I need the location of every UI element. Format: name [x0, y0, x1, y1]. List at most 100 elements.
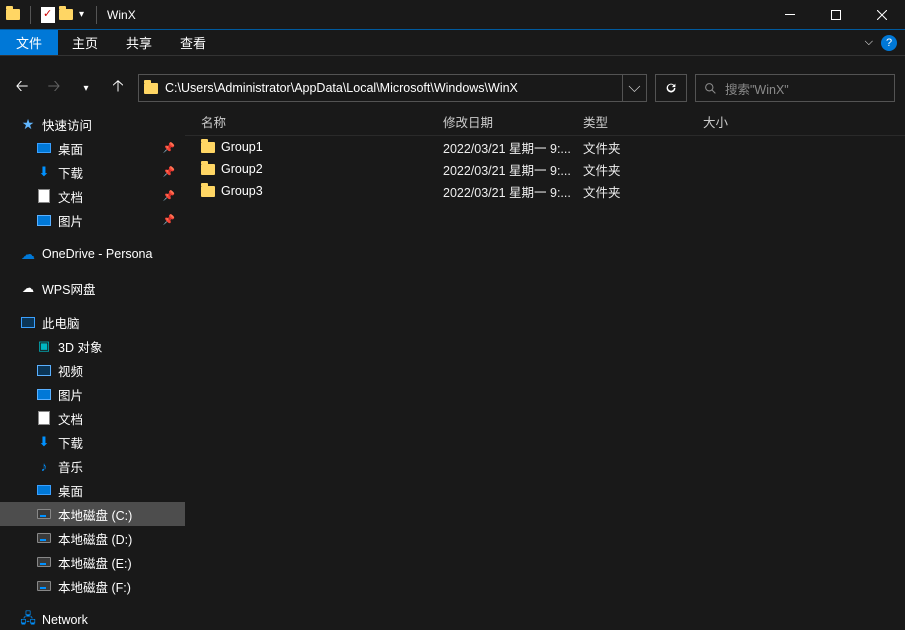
folder-icon	[139, 83, 163, 94]
sidebar-quick-access[interactable]: ★ 快速访问	[0, 112, 185, 136]
cloud-icon: ☁	[20, 280, 36, 296]
sidebar-item[interactable]: 本地磁盘 (C:)	[0, 502, 185, 526]
search-box[interactable]: 搜索"WinX"	[695, 74, 895, 102]
sidebar-this-pc[interactable]: 此电脑	[0, 310, 185, 334]
qat-dropdown-icon[interactable]: ▾	[79, 9, 84, 20]
title-bar: ▾ WinX	[0, 0, 905, 30]
sidebar-item[interactable]: 文档	[0, 406, 185, 430]
sidebar-item[interactable]: 本地磁盘 (F:)	[0, 574, 185, 598]
ribbon-tab-share[interactable]: 共享	[112, 30, 166, 55]
desktop-icon	[36, 140, 52, 156]
close-button[interactable]	[859, 0, 905, 30]
file-row[interactable]: Group12022/03/21 星期一 9:...文件夹	[185, 136, 905, 158]
ribbon-file-tab[interactable]: 文件	[0, 30, 58, 55]
file-type: 文件夹	[583, 138, 703, 157]
help-button[interactable]: ?	[881, 35, 897, 51]
file-date: 2022/03/21 星期一 9:...	[443, 160, 583, 179]
ribbon-tabs: 文件 主页 共享 查看 ⌵ ?	[0, 30, 905, 56]
recent-dropdown[interactable]: ▾	[74, 76, 98, 100]
forward-button[interactable]: 🡢	[42, 76, 66, 100]
sidebar-item[interactable]: 桌面	[0, 478, 185, 502]
column-header-type[interactable]: 类型	[583, 112, 703, 131]
up-button[interactable]: 🡡	[106, 76, 130, 100]
quick-access-toolbar: ▾	[0, 6, 103, 24]
folder-icon	[201, 164, 215, 175]
file-type: 文件夹	[583, 160, 703, 179]
sidebar-item[interactable]: 图片📌	[0, 208, 185, 232]
sidebar-item-label: 图片	[58, 211, 83, 230]
disk-icon	[36, 506, 52, 522]
properties-icon[interactable]	[41, 7, 55, 23]
sidebar-item-label: 本地磁盘 (E:)	[58, 553, 132, 572]
file-row[interactable]: Group32022/03/21 星期一 9:...文件夹	[185, 180, 905, 202]
cloud-icon: ☁	[20, 246, 36, 262]
sidebar-item[interactable]: ⬇下载📌	[0, 160, 185, 184]
ribbon-expand-icon[interactable]: ⌵	[865, 36, 873, 49]
address-input[interactable]	[163, 81, 622, 95]
sidebar-item-label: 桌面	[58, 481, 83, 500]
search-placeholder: 搜索"WinX"	[725, 79, 789, 98]
column-header-name[interactable]: 名称	[185, 112, 443, 131]
download-icon: ⬇	[36, 434, 52, 450]
sidebar-item[interactable]: 本地磁盘 (D:)	[0, 526, 185, 550]
sidebar-item-label: 文档	[58, 409, 83, 428]
picture-icon	[36, 212, 52, 228]
pin-icon: 📌	[163, 143, 175, 154]
separator	[96, 6, 97, 24]
sidebar-item-label: 本地磁盘 (D:)	[58, 529, 132, 548]
maximize-button[interactable]	[813, 0, 859, 30]
sidebar-item[interactable]: ⬇ 下载	[0, 430, 185, 454]
sidebar-item[interactable]: ♪音乐	[0, 454, 185, 478]
sidebar-onedrive[interactable]: ☁ OneDrive - Persona	[0, 242, 185, 266]
navigation-bar: 🡠 🡢 ▾ 🡡 ⌵ 搜索"WinX"	[0, 68, 905, 108]
file-list: 名称 修改日期 类型 大小 Group12022/03/21 星期一 9:...…	[185, 108, 905, 630]
document-icon	[36, 410, 52, 426]
sidebar-label: WPS网盘	[42, 279, 95, 298]
pin-icon: 📌	[163, 167, 175, 178]
new-folder-icon[interactable]	[59, 9, 73, 20]
window-title: WinX	[107, 8, 136, 22]
desktop-icon	[36, 482, 52, 498]
sidebar-item-label: 3D 对象	[58, 337, 102, 356]
disk-icon	[36, 554, 52, 570]
sidebar-item[interactable]: 文档📌	[0, 184, 185, 208]
file-type: 文件夹	[583, 182, 703, 201]
minimize-button[interactable]	[767, 0, 813, 30]
music-icon: ♪	[36, 458, 52, 474]
separator	[30, 6, 31, 24]
disk-icon	[36, 530, 52, 546]
file-name: Group2	[221, 162, 263, 176]
refresh-button[interactable]	[655, 74, 687, 102]
back-button[interactable]: 🡠	[10, 76, 34, 100]
window-controls	[767, 0, 905, 30]
sidebar-label: 快速访问	[42, 115, 92, 134]
address-dropdown-icon[interactable]: ⌵	[622, 75, 646, 101]
sidebar-item-label: 文档	[58, 187, 83, 206]
folder-icon	[201, 142, 215, 153]
address-bar[interactable]: ⌵	[138, 74, 647, 102]
sidebar-item[interactable]: 本地磁盘 (E:)	[0, 550, 185, 574]
sidebar-item-label: 视频	[58, 361, 83, 380]
ribbon-tab-home[interactable]: 主页	[58, 30, 112, 55]
column-header-date[interactable]: 修改日期	[443, 112, 583, 131]
picture-icon	[36, 386, 52, 402]
sidebar-wps[interactable]: ☁ WPS网盘	[0, 276, 185, 300]
document-icon	[36, 188, 52, 204]
sidebar-network[interactable]: 🖧 Network	[0, 608, 185, 630]
body: ★ 快速访问 桌面📌⬇下载📌文档📌图片📌 ☁ OneDrive - Person…	[0, 108, 905, 630]
sidebar-item-label: 下载	[58, 433, 83, 452]
sidebar-item[interactable]: 图片	[0, 382, 185, 406]
search-icon	[704, 82, 717, 95]
sidebar-item-label: 下载	[58, 163, 83, 182]
folder-icon	[201, 186, 215, 197]
column-header-size[interactable]: 大小	[703, 112, 905, 131]
sidebar-item[interactable]: 视频	[0, 358, 185, 382]
column-headers: 名称 修改日期 类型 大小	[185, 108, 905, 136]
sidebar-item[interactable]: 桌面📌	[0, 136, 185, 160]
pc-icon	[20, 314, 36, 330]
file-row[interactable]: Group2 2022/03/21 星期一 9:...文件夹	[185, 158, 905, 180]
file-name: Group1	[221, 140, 263, 154]
ribbon-tab-view[interactable]: 查看	[166, 30, 220, 55]
sidebar-item[interactable]: ▣ 3D 对象	[0, 334, 185, 358]
3d-icon: ▣	[36, 338, 52, 354]
